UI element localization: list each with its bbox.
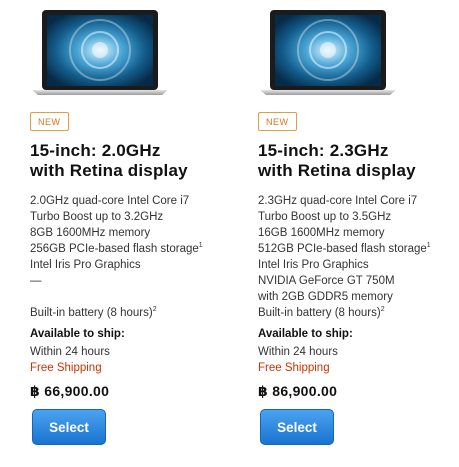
spec-battery: Built-in battery (8 hours)2	[258, 306, 385, 319]
ship-time: Within 24 hours	[258, 346, 338, 358]
spec-discrete-graphics: NVIDIA GeForce GT 750M	[258, 275, 395, 287]
ship-time: Within 24 hours	[30, 346, 110, 358]
product-title: 15-inch: 2.0GHz with Retina display	[30, 141, 188, 180]
spec-processor: 2.0GHz quad-core Intel Core i7	[30, 195, 190, 207]
macbook-pro-laptop-icon[interactable]	[30, 0, 170, 98]
spec-battery: Built-in battery (8 hours)2	[30, 306, 157, 319]
select-button-2-3ghz[interactable]: Select	[260, 409, 334, 445]
ship-label: Available to ship:	[258, 328, 353, 340]
product-column-15in-2-3ghz: NEW 15-inch: 2.3GHz with Retina display …	[258, 0, 458, 321]
spec-memory: 8GB 1600MHz memory	[30, 227, 151, 239]
price: ฿ 66,900.00	[30, 383, 110, 399]
free-shipping: Free Shipping	[258, 362, 330, 374]
spec-discrete-graphics: —	[30, 275, 42, 287]
spec-discrete-memory: with 2GB GDDR5 memory	[258, 291, 393, 303]
spec-storage: 512GB PCIe-based flash storage1	[258, 242, 431, 255]
spec-processor: 2.3GHz quad-core Intel Core i7	[258, 195, 418, 207]
spec-list: 2.0GHz quad-core Intel Core i7 Turbo Boo…	[30, 193, 230, 321]
spec-spacer	[30, 289, 230, 305]
spec-turbo: Turbo Boost up to 3.2GHz	[30, 211, 164, 223]
spec-turbo: Turbo Boost up to 3.5GHz	[258, 211, 392, 223]
select-button-2ghz[interactable]: Select	[32, 409, 106, 445]
footnote-2-link[interactable]: 2	[153, 306, 157, 313]
product-column-15in-2ghz: NEW 15-inch: 2.0GHz with Retina display …	[30, 0, 230, 321]
free-shipping: Free Shipping	[30, 362, 102, 374]
ship-label: Available to ship:	[30, 328, 125, 340]
product-title: 15-inch: 2.3GHz with Retina display	[258, 141, 416, 180]
spec-storage: 256GB PCIe-based flash storage1	[30, 242, 203, 255]
price: ฿ 86,900.00	[258, 383, 338, 399]
macbook-pro-laptop-icon[interactable]	[258, 0, 398, 98]
spec-list: 2.3GHz quad-core Intel Core i7 Turbo Boo…	[258, 193, 458, 321]
new-badge: NEW	[258, 112, 297, 131]
spec-graphics: Intel Iris Pro Graphics	[30, 259, 141, 271]
new-badge: NEW	[30, 112, 69, 131]
footnote-1-link[interactable]: 1	[427, 242, 431, 249]
footnote-1-link[interactable]: 1	[199, 242, 203, 249]
spec-graphics: Intel Iris Pro Graphics	[258, 259, 369, 271]
footnote-2-link[interactable]: 2	[381, 306, 385, 313]
spec-memory: 16GB 1600MHz memory	[258, 227, 385, 239]
